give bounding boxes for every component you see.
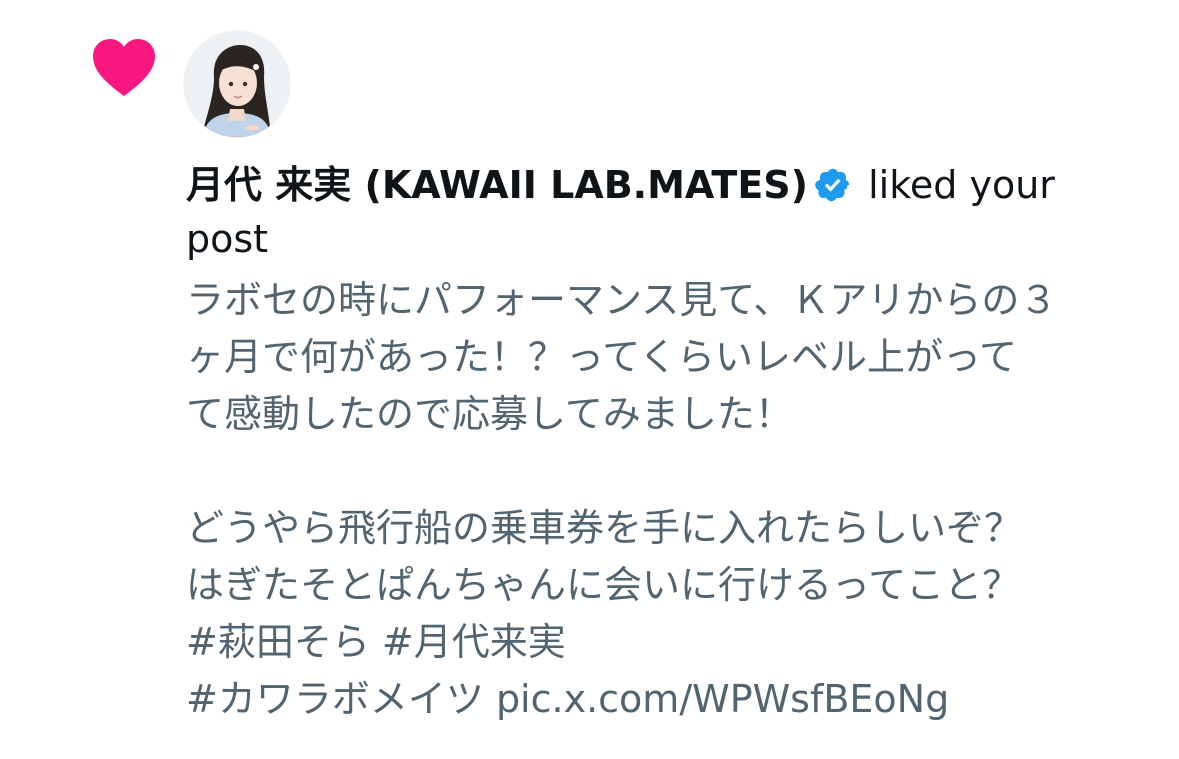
post-line-blank <box>186 443 1116 500</box>
avatar[interactable] <box>184 31 290 137</box>
post-line: はぎたそとぱんちゃんに会いに行けるってこと？ <box>186 563 1021 607</box>
post-line: ヶ月で何があった！？ってくらいレベル上がって <box>186 335 1018 379</box>
notification-body: 月代 来実 (KAWAII LAB.MATES) liked your post … <box>186 158 1116 728</box>
like-notification[interactable]: 月代 来実 (KAWAII LAB.MATES) liked your post … <box>0 0 1179 759</box>
hashtag-link[interactable]: #カワラボメイツ <box>186 677 484 721</box>
action-text-post: post <box>186 217 269 261</box>
user-name[interactable]: 月代 来実 (KAWAII LAB.MATES) <box>186 163 808 207</box>
media-link[interactable]: pic.x.com/WPWsfBEoNg <box>496 677 949 721</box>
post-text[interactable]: ラボセの時にパフォーマンス見て、Ｋアリからの３ ヶ月で何があった！？ってくらいレ… <box>186 272 1116 728</box>
verified-badge-icon <box>814 164 852 202</box>
post-line: ラボセの時にパフォーマンス見て、Ｋアリからの３ <box>186 278 1058 322</box>
post-line: て感動したので応募してみました！ <box>186 392 793 436</box>
post-line: #萩田そら #月代来実 <box>186 620 566 664</box>
profile-photo <box>184 31 290 137</box>
action-text: liked your <box>868 163 1055 207</box>
post-line: どうやら飛行船の乗車券を手に入れたらしいぞ？ <box>186 506 1023 550</box>
post-line-last: #カワラボメイツ pic.x.com/WPWsfBEoNg <box>186 671 1116 728</box>
notification-headline: 月代 来実 (KAWAII LAB.MATES) liked your post <box>186 158 1116 266</box>
heart-icon <box>92 38 156 98</box>
